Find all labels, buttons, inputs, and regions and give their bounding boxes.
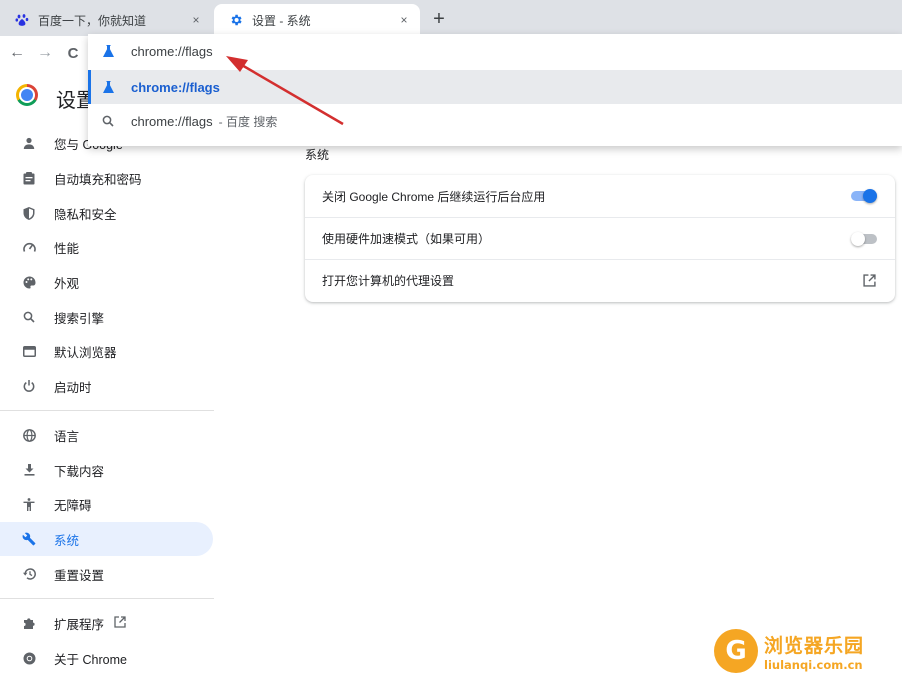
chrome-logo-icon [16,84,38,106]
system-settings-card: 关闭 Google Chrome 后继续运行后台应用 使用硬件加速模式（如果可用… [305,175,895,302]
watermark: 浏览器乐园 liulanqi.com.cn [714,626,902,676]
omnibox-value: chrome://flags [131,43,213,59]
sidebar-item-default-browser[interactable]: 默认浏览器 [0,334,213,368]
history-icon [20,568,38,580]
section-title: 系统 [305,148,330,162]
sidebar-divider [0,410,214,411]
reload-button[interactable]: C [62,42,84,64]
new-tab-button[interactable]: + [428,8,450,30]
search-icon [20,311,38,323]
tab-strip: 百度一下，你就知道 × 设置 - 系统 × + [0,0,902,36]
watermark-url: liulanqi.com.cn [764,657,863,672]
sidebar-item-downloads[interactable]: 下载内容 [0,453,213,487]
palette-icon [20,276,38,289]
sidebar-item-reset[interactable]: 重置设置 [0,557,213,591]
close-tab-icon[interactable]: × [188,12,204,28]
sidebar-item-accessibility[interactable]: 无障碍 [0,487,213,521]
flask-icon [100,45,116,57]
shield-icon [20,206,38,220]
sidebar-item-appearance[interactable]: 外观 [0,265,213,299]
background-apps-toggle[interactable] [851,189,877,203]
external-link-icon[interactable] [861,273,877,289]
browser-window-icon [20,345,38,357]
omnibox-input[interactable]: chrome://flags [88,34,902,68]
sidebar-item-autofill[interactable]: 自动填充和密码 [0,161,213,195]
person-icon [20,137,38,149]
setting-row-background-apps[interactable]: 关闭 Google Chrome 后继续运行后台应用 [305,175,895,217]
clipboard-icon [20,171,38,185]
back-button[interactable]: ← [6,42,28,64]
omnibox-suggestion[interactable]: chrome://flags [88,70,902,104]
tab-title: 百度一下，你就知道 [38,13,147,28]
tab-settings[interactable]: 设置 - 系统 × [214,4,420,36]
external-link-icon [114,615,126,631]
omnibox-dropdown: chrome://flags chrome://flags chrome://f… [88,34,902,146]
close-tab-icon[interactable]: × [396,12,412,28]
wrench-icon [20,532,38,546]
hardware-acceleration-toggle[interactable] [851,231,877,246]
sidebar-item-privacy[interactable]: 隐私和安全 [0,196,213,230]
tab-baidu[interactable]: 百度一下，你就知道 × [0,4,212,36]
omnibox-suggestion[interactable]: chrome://flags - 百度 搜索 [88,104,902,138]
sidebar-item-on-startup[interactable]: 启动时 [0,369,213,403]
suggestion-text: chrome://flags [131,113,213,129]
gear-icon [228,12,244,28]
watermark-logo-icon [714,629,758,673]
flask-icon [100,81,116,93]
suggestion-description: - 百度 搜索 [218,114,278,129]
globe-icon [20,428,38,442]
forward-button[interactable]: → [34,42,56,64]
accessibility-icon [20,497,38,511]
tab-title: 设置 - 系统 [252,13,311,28]
sidebar-item-extensions[interactable]: 扩展程序 [0,606,213,640]
setting-row-proxy[interactable]: 打开您计算机的代理设置 [305,259,895,301]
setting-row-hardware-acceleration[interactable]: 使用硬件加速模式（如果可用） [305,217,895,259]
speedometer-icon [20,241,38,253]
power-icon [20,380,38,392]
sidebar-item-search-engine[interactable]: 搜索引擎 [0,300,213,334]
puzzle-icon [20,617,38,630]
sidebar-item-performance[interactable]: 性能 [0,230,213,264]
sidebar-divider [0,598,214,599]
download-icon [20,464,38,476]
suggestion-text: chrome://flags [131,79,220,95]
baidu-paw-icon [14,12,30,28]
sidebar-item-about-chrome[interactable]: 关于 Chrome [0,641,213,675]
sidebar-item-languages[interactable]: 语言 [0,418,213,452]
chrome-icon [20,652,38,665]
watermark-name: 浏览器乐园 [764,634,865,657]
search-icon [100,115,116,127]
sidebar-item-system[interactable]: 系统 [0,522,213,556]
